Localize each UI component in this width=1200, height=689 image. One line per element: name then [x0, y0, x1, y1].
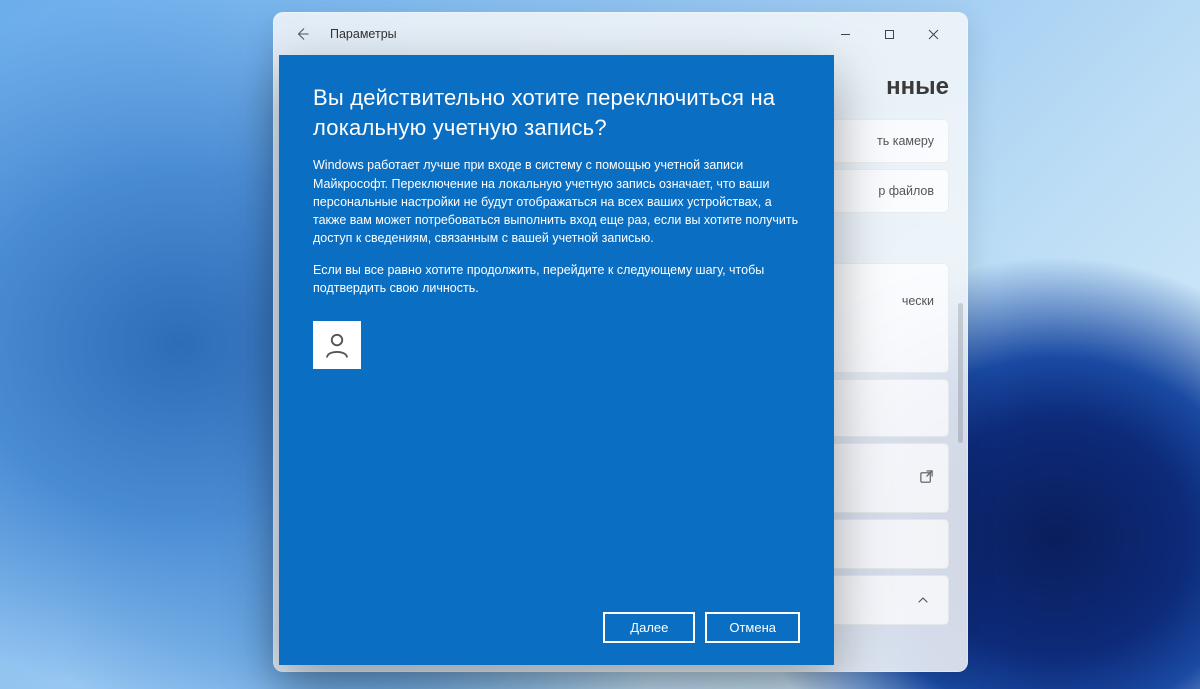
close-button[interactable] — [911, 19, 955, 49]
card-text-fragment: ть камеру — [877, 134, 934, 148]
back-button[interactable] — [294, 26, 310, 42]
chevron-up-icon — [912, 589, 934, 611]
card-text-fragment: р файлов — [878, 184, 934, 198]
local-account-switch-dialog: Вы действительно хотите переключиться на… — [279, 55, 834, 665]
dialog-body-paragraph-1: Windows работает лучше при входе в систе… — [313, 156, 800, 247]
close-icon — [928, 29, 939, 40]
card-text-fragment: чески — [902, 294, 934, 308]
dialog-heading: Вы действительно хотите переключиться на… — [313, 83, 800, 142]
scrollbar-thumb[interactable] — [958, 303, 963, 443]
maximize-button[interactable] — [867, 19, 911, 49]
minimize-icon — [840, 29, 851, 40]
cancel-button[interactable]: Отмена — [705, 612, 800, 643]
settings-window-title: Параметры — [330, 27, 397, 41]
user-avatar-placeholder — [313, 321, 361, 369]
external-link-icon — [919, 469, 934, 487]
window-controls — [823, 19, 955, 49]
person-icon — [322, 330, 352, 360]
dialog-body-paragraph-2: Если вы все равно хотите продолжить, пер… — [313, 261, 800, 297]
maximize-icon — [884, 29, 895, 40]
next-button[interactable]: Далее — [603, 612, 695, 643]
settings-titlebar: Параметры — [274, 13, 967, 55]
minimize-button[interactable] — [823, 19, 867, 49]
dialog-footer: Далее Отмена — [313, 612, 800, 643]
back-arrow-icon — [295, 27, 309, 41]
